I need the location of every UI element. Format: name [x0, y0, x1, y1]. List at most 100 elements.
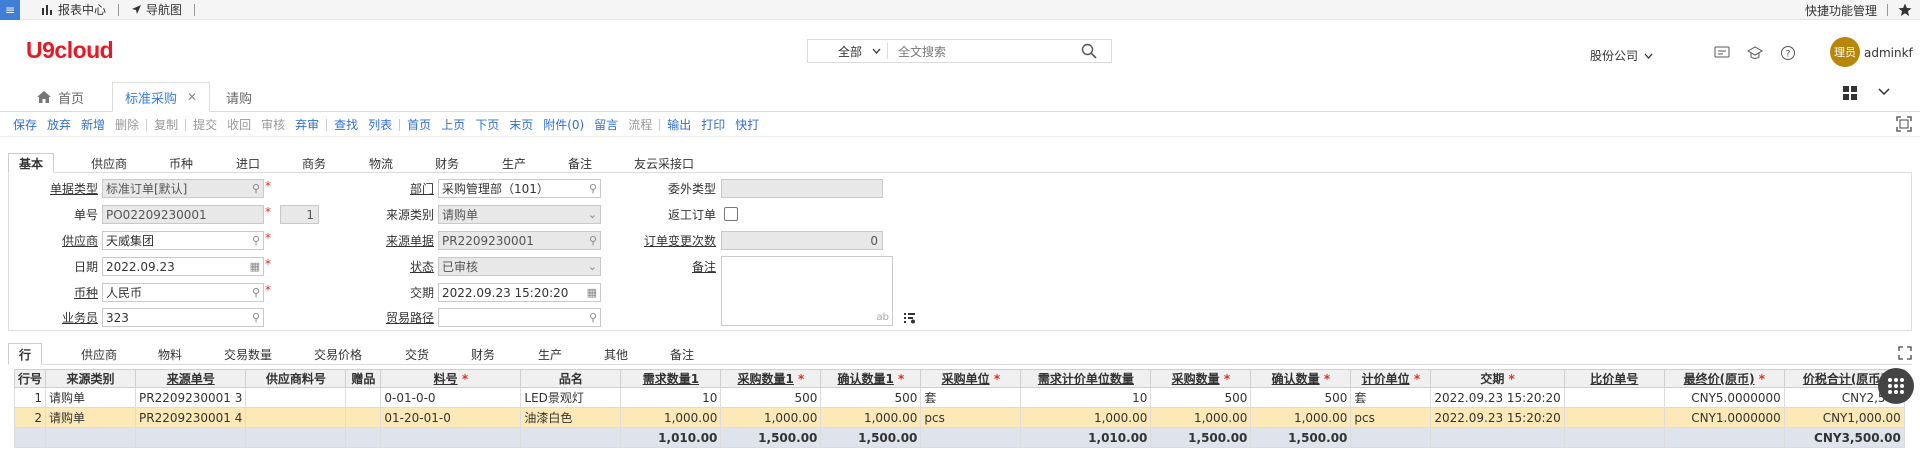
- calendar-icon[interactable]: ▦: [250, 260, 260, 273]
- table-cell[interactable]: pcs: [1350, 407, 1432, 428]
- table-cell[interactable]: PR2209230001 3: [135, 387, 247, 408]
- form-tab-business[interactable]: 商务: [292, 153, 336, 173]
- company-select[interactable]: 股份公司: [1590, 47, 1653, 64]
- column-header[interactable]: 需求数量1: [620, 369, 722, 388]
- app-grid-icon[interactable]: [1843, 86, 1858, 101]
- approve-button[interactable]: 审核: [256, 116, 290, 133]
- column-header[interactable]: 赠品: [345, 369, 382, 388]
- supplier-field[interactable]: 天威集团 ⚲: [102, 231, 264, 250]
- form-tab-logistics[interactable]: 物流: [359, 153, 403, 173]
- dept-field[interactable]: 采购管理部（101） ⚲: [438, 179, 601, 198]
- menu-icon[interactable]: ≡: [0, 0, 20, 20]
- chevron-down-icon[interactable]: ⌄: [588, 208, 597, 221]
- list-button[interactable]: 列表: [363, 116, 397, 133]
- table-cell[interactable]: 01-20-01-0: [380, 407, 522, 428]
- table-row[interactable]: 1 请购单 PR2209230001 3 0-01-0-0 LED景观灯 10 500 500…: [13, 387, 1905, 408]
- form-tab-finance[interactable]: 财务: [425, 153, 469, 173]
- export-button[interactable]: 输出: [662, 116, 696, 133]
- table-cell[interactable]: 1,000.00: [620, 407, 722, 428]
- first-page-button[interactable]: 首页: [402, 116, 436, 133]
- column-header[interactable]: 供应商料号: [245, 369, 347, 388]
- column-header[interactable]: 采购数量1 *: [720, 369, 822, 388]
- column-header[interactable]: 采购数量 *: [1150, 369, 1252, 388]
- discard-button[interactable]: 放弃: [42, 116, 76, 133]
- expand-icon[interactable]: [1898, 346, 1912, 360]
- table-cell[interactable]: 1: [13, 387, 47, 408]
- new-button[interactable]: 新增: [76, 116, 110, 133]
- table-cell[interactable]: CNY1,000.00: [1783, 407, 1905, 428]
- calendar-icon[interactable]: ▦: [587, 286, 597, 299]
- source-doc-field[interactable]: PR2209230001 ⚲: [438, 231, 601, 250]
- table-cell[interactable]: [345, 407, 382, 428]
- submit-button[interactable]: 提交: [188, 116, 222, 133]
- table-cell[interactable]: [245, 387, 347, 408]
- search-icon[interactable]: ⚲: [252, 182, 260, 195]
- rework-checkbox[interactable]: [724, 207, 738, 221]
- doc-no-field[interactable]: PO02209230001: [102, 205, 264, 224]
- table-cell[interactable]: 1,000.00: [1150, 407, 1252, 428]
- table-cell[interactable]: LED景观灯: [520, 387, 622, 408]
- chevron-down-icon[interactable]: [1878, 88, 1890, 96]
- table-cell[interactable]: 套: [920, 387, 1022, 408]
- column-header[interactable]: 计价单位 *: [1350, 369, 1432, 388]
- remark-textarea[interactable]: ab: [721, 256, 893, 326]
- table-row[interactable]: 2 请购单 PR2209230001 4 01-20-01-0 油漆白色 1,000.00…: [13, 407, 1905, 428]
- form-tab-production[interactable]: 生产: [492, 153, 536, 173]
- grid-tab-trade-price[interactable]: 交易价格: [304, 343, 372, 365]
- table-cell[interactable]: [1563, 407, 1665, 428]
- search-scope-select[interactable]: 全部: [808, 43, 888, 59]
- column-header[interactable]: 确认数量1 *: [820, 369, 922, 388]
- table-cell[interactable]: 2022.09.23 15:20:20: [1430, 407, 1565, 428]
- search-icon[interactable]: ⚲: [252, 286, 260, 299]
- table-cell[interactable]: 请购单: [45, 407, 137, 428]
- next-page-button[interactable]: 下页: [470, 116, 504, 133]
- close-icon[interactable]: ✕: [187, 90, 197, 104]
- tab-home[interactable]: 首页: [24, 82, 96, 112]
- table-cell[interactable]: 请购单: [45, 387, 137, 408]
- global-search[interactable]: 全部 全文搜索: [807, 39, 1112, 63]
- table-cell[interactable]: 500: [820, 387, 922, 408]
- grid-tab-finance[interactable]: 财务: [461, 343, 505, 365]
- delete-button[interactable]: 删除: [110, 116, 144, 133]
- form-tab-import[interactable]: 进口: [226, 153, 270, 173]
- star-icon[interactable]: [1898, 3, 1912, 17]
- trade-route-field[interactable]: ⚲: [438, 308, 601, 327]
- doc-type-field[interactable]: 标准订单[默认] ⚲: [102, 179, 264, 198]
- table-cell[interactable]: 500: [1250, 387, 1352, 408]
- grid-tab-other[interactable]: 其他: [594, 343, 638, 365]
- doc-no-seq-field[interactable]: 1: [280, 205, 319, 224]
- message-icon[interactable]: [1713, 45, 1731, 61]
- outsource-field[interactable]: [721, 179, 883, 198]
- help-icon[interactable]: ?: [1779, 45, 1797, 61]
- grid-tab-supplier[interactable]: 供应商: [71, 343, 127, 365]
- form-tab-remark[interactable]: 备注: [558, 153, 602, 173]
- search-icon[interactable]: ⚲: [589, 182, 597, 195]
- table-cell[interactable]: 10: [1020, 387, 1152, 408]
- table-cell[interactable]: 2: [13, 407, 47, 428]
- search-icon[interactable]: ⚲: [252, 311, 260, 324]
- table-cell[interactable]: 500: [1150, 387, 1252, 408]
- prev-page-button[interactable]: 上页: [436, 116, 470, 133]
- table-cell[interactable]: [345, 387, 382, 408]
- fullscreen-icon[interactable]: [1896, 116, 1912, 132]
- table-cell[interactable]: PR2209230001 4: [135, 407, 247, 428]
- table-cell[interactable]: 套: [1350, 387, 1432, 408]
- table-cell[interactable]: 10: [620, 387, 722, 408]
- search-icon[interactable]: ⚲: [252, 234, 260, 247]
- form-tab-supplier[interactable]: 供应商: [81, 153, 137, 173]
- grid-tab-production[interactable]: 生产: [528, 343, 572, 365]
- find-button[interactable]: 查找: [329, 116, 363, 133]
- unapprove-button[interactable]: 弃审: [290, 116, 324, 133]
- change-count-field[interactable]: 0: [721, 231, 883, 250]
- search-icon[interactable]: ⚲: [589, 234, 597, 247]
- comment-button[interactable]: 留言: [589, 116, 623, 133]
- shortcut-manage-link[interactable]: 快捷功能管理: [1805, 2, 1877, 19]
- search-icon[interactable]: ⚲: [589, 311, 597, 324]
- form-tab-currency[interactable]: 币种: [159, 153, 203, 173]
- attachment-button[interactable]: 附件(0): [538, 116, 589, 133]
- chevron-down-icon[interactable]: ⌄: [588, 260, 597, 273]
- grid-tab-trade-qty[interactable]: 交易数量: [214, 343, 282, 365]
- quick-print-button[interactable]: 快打: [730, 116, 764, 133]
- copy-button[interactable]: 复制: [149, 116, 183, 133]
- grid-tab-material[interactable]: 物料: [148, 343, 192, 365]
